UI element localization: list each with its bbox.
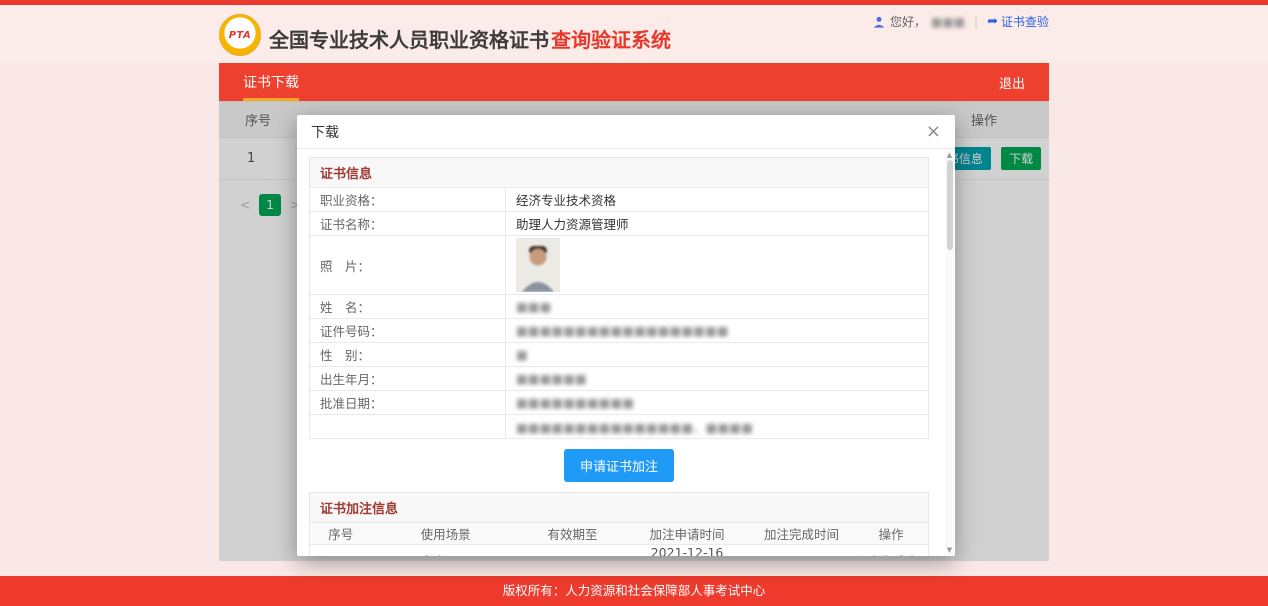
user-name: ■■■: [931, 15, 965, 29]
field-label: 性 别：: [310, 343, 506, 367]
greeting-text: 您好，: [890, 13, 926, 30]
page-footer: 版权所有：人力资源和社会保障部人事考试中心: [0, 576, 1268, 606]
site-title-main: 全国专业技术人员职业资格证书: [269, 28, 549, 52]
table-row: 证书名称： 助理人力资源管理师: [310, 212, 929, 236]
ann-col-index: 序号: [310, 523, 372, 545]
modal-header: 下载 ×: [297, 115, 955, 149]
user-icon: [873, 16, 885, 28]
ann-apply-time: 2021-12-16 10:53:02: [625, 545, 749, 557]
ann-col-apply-time: 加注申请时间: [625, 523, 749, 545]
ann-index: 1: [310, 545, 372, 557]
field-value: 助理人力资源管理师: [506, 212, 929, 236]
table-row: 出生年月： ■■■■■■: [310, 367, 929, 391]
section-cert-info: 证书信息: [309, 157, 929, 187]
scrollbar-thumb[interactable]: [947, 160, 953, 250]
apply-annotation-button[interactable]: 申请证书加注: [564, 449, 674, 482]
ann-col-scene: 使用场景: [371, 523, 520, 545]
site-logo: PTA: [219, 14, 261, 56]
header-separator: |: [974, 15, 978, 29]
field-label: 证件号码：: [310, 319, 506, 343]
scroll-down-icon[interactable]: ▼: [945, 546, 954, 554]
ann-col-valid: 有效期至: [520, 523, 625, 545]
section-annotation-info: 证书加注信息: [309, 492, 929, 522]
cert-generating-link[interactable]: 证书生成中..: [856, 554, 926, 557]
field-value-redacted: ■: [516, 347, 528, 362]
annotation-table: 序号 使用场景 有效期至 加注申请时间 加注完成时间 操作 1 本人调用 202…: [309, 522, 929, 556]
field-label: [310, 415, 506, 439]
ann-scene: 本人调用: [371, 545, 520, 557]
site-header: PTA 全国专业技术人员职业资格证书查询验证系统 您好， ■■■ | ➦ 证书查…: [0, 5, 1268, 63]
site-title: 全国专业技术人员职业资格证书查询验证系统: [269, 24, 671, 53]
field-value-redacted: ■■■■■■■■■■■■■■■■■■: [516, 323, 729, 338]
ann-complete-time: [749, 545, 854, 557]
table-row: 批准日期： ■■■■■■■■■■: [310, 391, 929, 415]
logout-button[interactable]: 退出: [999, 63, 1025, 101]
download-modal: 下载 × 证书信息 职业资格： 经济专业技术资格 证书名称： 助理人力资源管理师…: [297, 115, 955, 556]
table-row: 职业资格： 经济专业技术资格: [310, 188, 929, 212]
field-value-redacted: ■■■: [516, 299, 551, 314]
logo-text: PTA: [229, 30, 252, 41]
ann-col-action: 操作: [854, 523, 928, 545]
table-row: 姓 名： ■■■: [310, 295, 929, 319]
close-icon[interactable]: ×: [926, 123, 941, 141]
field-value-redacted: ■■■■■■■■■■: [516, 395, 634, 410]
field-label: 姓 名：: [310, 295, 506, 319]
site-title-accent: 查询验证系统: [551, 28, 671, 52]
field-value-redacted: ■■■■■■: [516, 371, 587, 386]
modal-body: 证书信息 职业资格： 经济专业技术资格 证书名称： 助理人力资源管理师 照 片：: [297, 149, 955, 556]
copyright-text: 版权所有：人力资源和社会保障部人事考试中心: [503, 583, 766, 598]
modal-title: 下载: [311, 122, 339, 142]
field-label: 照 片：: [310, 236, 506, 295]
modal-scrollbar[interactable]: ▲ ▼: [945, 150, 954, 555]
field-label: 证书名称：: [310, 212, 506, 236]
field-value-redacted: ■■■■■■■■■■■■■■■，■■■■: [516, 420, 753, 435]
ann-col-complete-time: 加注完成时间: [749, 523, 854, 545]
scroll-up-icon[interactable]: ▲: [945, 151, 954, 159]
table-row: 性 别： ■: [310, 343, 929, 367]
share-arrow-icon: ➦: [987, 15, 998, 28]
verify-link[interactable]: ➦ 证书查验: [987, 13, 1049, 30]
certificate-photo: [516, 238, 560, 292]
certificate-info-table: 职业资格： 经济专业技术资格 证书名称： 助理人力资源管理师 照 片：: [309, 187, 929, 439]
field-label: 出生年月：: [310, 367, 506, 391]
table-row: ■■■■■■■■■■■■■■■，■■■■: [310, 415, 929, 439]
main-navbar: 证书下载 退出: [219, 63, 1049, 101]
table-row: 证件号码： ■■■■■■■■■■■■■■■■■■: [310, 319, 929, 343]
table-row: 1 本人调用 2022-03-16 2021-12-16 10:53:02 证书…: [310, 545, 929, 557]
field-label: 职业资格：: [310, 188, 506, 212]
verify-link-label: 证书查验: [1001, 13, 1049, 30]
tab-cert-download[interactable]: 证书下载: [243, 63, 299, 101]
field-label: 批准日期：: [310, 391, 506, 415]
field-value: 经济专业技术资格: [506, 188, 929, 212]
table-row: 照 片：: [310, 236, 929, 295]
ann-valid-until: 2022-03-16: [520, 545, 625, 557]
